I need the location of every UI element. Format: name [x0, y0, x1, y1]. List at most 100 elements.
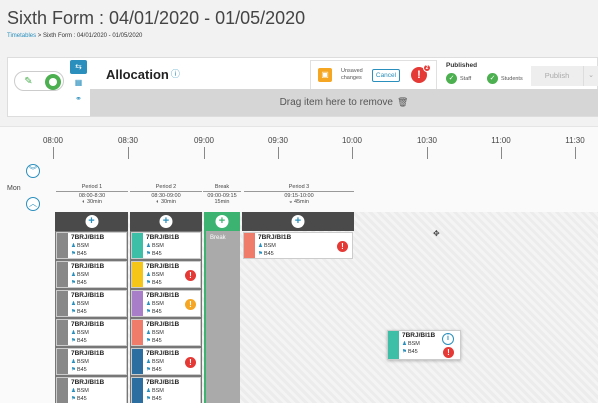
room-icon: ⚑ [71, 309, 76, 315]
lesson-card[interactable]: 7BRJ/BI1B ♟BSM ⚑B45 [56, 377, 127, 403]
time-tick [204, 147, 205, 159]
students-label: Students [501, 75, 523, 82]
card-title: 7BRJ/BI1B [71, 263, 105, 270]
lesson-card[interactable]: 7BRJ/BI1B ♟BSM ⚑B45 [131, 232, 201, 259]
card-subject: ♟BSM [258, 243, 276, 249]
period-header: Period 1 08:00-8:30 ◐ 30min [56, 184, 128, 206]
period-3-header: + [242, 212, 354, 231]
card-subject: ♟BSM [146, 359, 164, 365]
info-icon[interactable]: ⓘ [171, 69, 180, 79]
period-2-header: + [130, 212, 202, 231]
card-title: 7BRJ/BI1B [71, 234, 105, 241]
card-room-text: B45 [151, 338, 162, 344]
link-icon[interactable]: ⚭ [70, 92, 87, 106]
break-header: + [204, 212, 240, 231]
card-color-stripe [132, 378, 143, 403]
alert-icon[interactable]: ! [443, 347, 454, 358]
period-duration-text: 45min [293, 199, 309, 205]
teacher-icon: ♟ [146, 301, 151, 307]
period-duration: ◒ 45min [244, 199, 354, 206]
period-time: 09:00-09:15 [203, 190, 241, 200]
card-subject: ♟BSM [146, 272, 164, 278]
lesson-card[interactable]: 7BRJ/BI1B ♟BSM ⚑B45! [243, 232, 353, 259]
card-room-text: B45 [151, 251, 162, 257]
card-room-text: B45 [151, 309, 162, 315]
add-lesson-icon[interactable]: + [159, 215, 173, 228]
lesson-card[interactable]: 7BRJ/BI1B ♟BSM ⚑B45! [131, 261, 201, 288]
staff-published-status: ✓ Staff [446, 73, 471, 84]
card-title: 7BRJ/BI1B [71, 292, 105, 299]
card-subject: ♟BSM [71, 301, 89, 307]
card-room-text: B45 [76, 280, 87, 286]
card-room-text: B45 [76, 338, 87, 344]
lesson-card[interactable]: 7BRJ/BI1B ♟BSM ⚑B45 [131, 319, 201, 346]
edit-mode-toggle[interactable]: ✎ [14, 71, 64, 91]
allocation-view-icon[interactable]: ⇆ [70, 60, 87, 74]
lesson-card[interactable]: 7BRJ/BI1B ♟BSM ⚑B45 [56, 348, 127, 375]
lesson-card[interactable]: 7BRJ/BI1B ♟BSM ⚑B45 [56, 232, 127, 259]
lesson-card[interactable]: 7BRJ/BI1B ♟BSM ⚑B45 [131, 377, 201, 403]
clock-icon: ◒ [289, 199, 293, 205]
teacher-icon: ♟ [146, 272, 151, 278]
card-subject-text: BSM [76, 388, 89, 394]
card-title: 7BRJ/BI1B [71, 379, 105, 386]
card-room: ⚑B45 [146, 309, 162, 315]
card-room: ⚑B45 [402, 349, 418, 355]
lesson-card[interactable]: 7BRJ/BI1B ♟BSM ⚑B45 [56, 319, 127, 346]
grid-icon[interactable]: ▦ [70, 76, 87, 90]
card-subject-text: BSM [151, 388, 164, 394]
card-room-text: B45 [151, 367, 162, 373]
grab-cursor-icon: ✥ [433, 229, 440, 238]
period-header: Break 09:00-09:15 15min [203, 184, 241, 206]
room-icon: ⚑ [146, 338, 151, 344]
lesson-card[interactable]: 7BRJ/BI1B ♟BSM ⚑B45 [56, 261, 127, 288]
card-subject-text: BSM [76, 301, 89, 307]
collapse-day-icon[interactable]: ︿ [26, 197, 40, 211]
publish-button[interactable]: Publish [531, 66, 583, 86]
add-lesson-icon[interactable]: + [85, 215, 98, 228]
alert-icon[interactable]: ! [185, 299, 196, 310]
card-subject-text: BSM [76, 243, 89, 249]
chevron-down-icon[interactable]: ⌄ [583, 66, 598, 86]
card-room: ⚑B45 [71, 367, 87, 373]
teacher-icon: ♟ [71, 301, 76, 307]
card-subject: ♟BSM [71, 243, 89, 249]
teacher-icon: ♟ [402, 341, 407, 347]
breadcrumb-link-timetables[interactable]: Timetables [7, 33, 36, 39]
teacher-icon: ♟ [71, 330, 76, 336]
room-icon: ⚑ [71, 280, 76, 286]
lesson-card[interactable]: 7BRJ/BI1B ♟BSM ⚑B45! [131, 290, 201, 317]
card-color-stripe [132, 233, 143, 258]
clock-icon: ◐ [82, 199, 86, 205]
add-lesson-icon[interactable]: + [215, 215, 229, 228]
card-room: ⚑B45 [71, 309, 87, 315]
add-lesson-icon[interactable]: + [291, 215, 305, 228]
period-duration: ◐ 30min [130, 199, 202, 206]
card-title: 7BRJ/BI1B [146, 263, 180, 270]
period-header: Period 2 08:30-09:00 ◐ 30min [130, 184, 202, 206]
alert-icon[interactable]: ! [337, 241, 348, 252]
remove-drop-zone[interactable]: Drag item here to remove 🗑 [90, 89, 598, 116]
allocation-title-text: Allocation [106, 67, 169, 82]
card-room: ⚑B45 [146, 251, 162, 257]
allocation-toolbar: ✎ ⇆ ▦ ⚭ Allocation ⓘ ▣ Unsaved changes Ca… [7, 57, 598, 117]
trash-icon: 🗑 [396, 97, 409, 107]
card-room: ⚑B45 [146, 396, 162, 402]
room-icon: ⚑ [71, 396, 76, 402]
card-room-text: B45 [263, 251, 274, 257]
alert-icon[interactable]: ! [185, 270, 196, 281]
lesson-card[interactable]: 7BRJ/BI1B ♟BSM ⚑B45! [131, 348, 201, 375]
teacher-icon: ♟ [146, 359, 151, 365]
page-title: Sixth Form : 04/01/2020 - 01/05/2020 [7, 8, 306, 28]
day-label: Mon [7, 185, 21, 192]
teacher-icon: ♟ [146, 330, 151, 336]
card-subject: ♟BSM [402, 341, 420, 347]
cancel-button[interactable]: Cancel [372, 69, 400, 82]
dragged-lesson-card[interactable]: 7BRJ/BI1B ♟BSM ⚑B45 i ! [387, 330, 461, 360]
period-duration-text: 30min [86, 199, 102, 205]
lesson-card[interactable]: 7BRJ/BI1B ♟BSM ⚑B45 [56, 290, 127, 317]
info-icon[interactable]: i [442, 333, 454, 345]
card-subject-text: BSM [76, 359, 89, 365]
expand-all-icon[interactable]: ︾ [26, 164, 40, 178]
alert-icon[interactable]: ! [185, 357, 196, 368]
